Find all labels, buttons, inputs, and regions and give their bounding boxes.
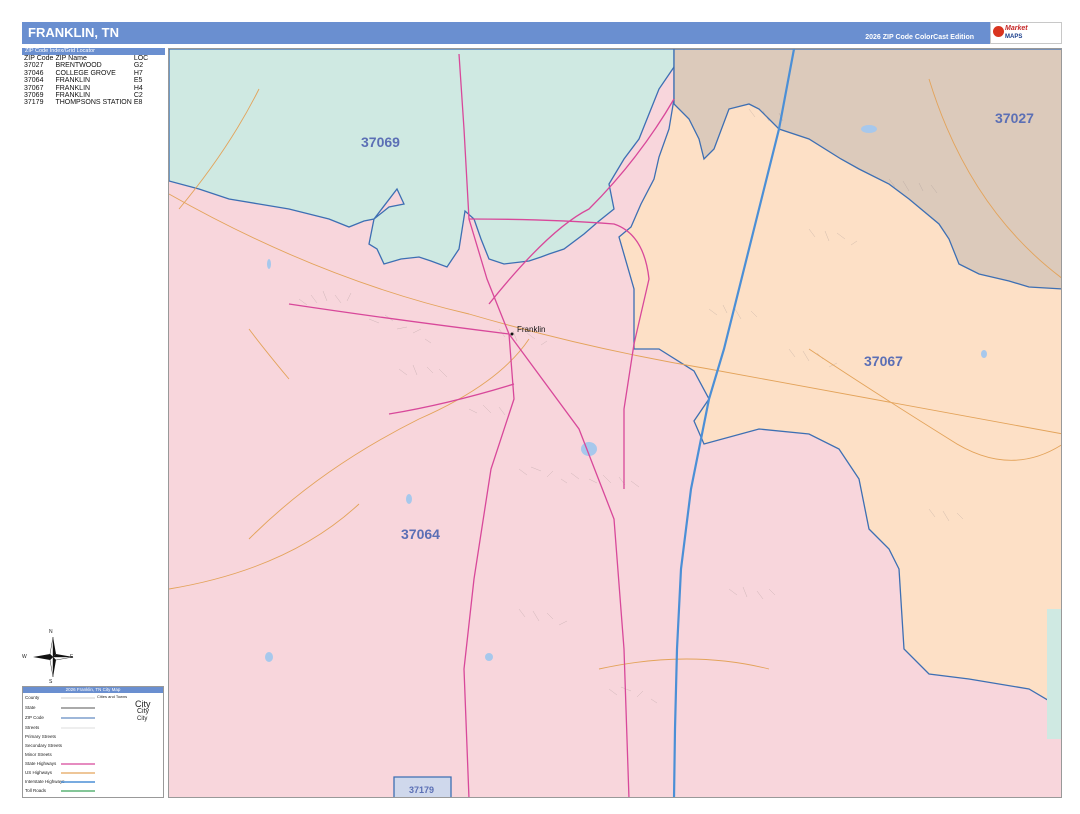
col-name: ZIP Name xyxy=(55,55,87,62)
legend-item: Interstate Highways xyxy=(25,779,65,784)
zip-locator-panel: ZIP Code Index/Grid Locator ZIP Code ZIP… xyxy=(22,48,165,108)
name-cell: COLLEGE GROVE xyxy=(55,69,116,77)
table-row: 37067 FRANKLIN H4 xyxy=(24,85,150,92)
legend-item: Minor Streets xyxy=(25,752,52,757)
map-canvas[interactable]: 37069 37027 37067 37064 37179 Franklin xyxy=(168,48,1062,798)
logo-brand: Market xyxy=(1005,25,1028,32)
legend-title: 2026 Franklin, TN City Map xyxy=(23,687,163,693)
zip-cell: 37027 xyxy=(24,62,44,70)
map-svg: 37069 37027 37067 37064 37179 Franklin xyxy=(169,49,1061,797)
name-cell: THOMPSONS STATION xyxy=(55,99,132,107)
legend-cities-title: Cities and Towns xyxy=(97,694,128,699)
loc-cell: C2 xyxy=(133,92,143,100)
zip-label-37179: 37179 xyxy=(409,785,434,795)
edition-label: 2026 ZIP Code ColorCast Edition xyxy=(865,34,974,41)
name-cell: FRANKLIN xyxy=(55,92,91,100)
locator-table: ZIP Code ZIP Name LOC 37027 BRENTWOOD G2 3… xyxy=(24,55,150,107)
name-cell: BRENTWOOD xyxy=(55,62,102,70)
compass-s: S xyxy=(49,679,53,685)
zip-cell: 37179 xyxy=(24,99,44,107)
zip-cell: 37046 xyxy=(24,69,44,77)
table-row: 37064 FRANKLIN E5 xyxy=(24,77,150,84)
map-title: FRANKLIN, TN xyxy=(28,25,119,40)
zip-label-37064: 37064 xyxy=(401,526,440,542)
zip-label-37067: 37067 xyxy=(864,353,903,369)
map-legend: 2026 Franklin, TN City Map County State … xyxy=(22,686,164,798)
legend-city-small: City xyxy=(137,716,148,722)
logo-sub: MAPS xyxy=(1005,34,1023,40)
legend-item: State xyxy=(25,705,36,710)
legend-item: Toll Roads xyxy=(25,788,47,793)
table-row: 37069 FRANKLIN C2 xyxy=(24,92,150,99)
loc-cell: H4 xyxy=(133,84,143,92)
loc-cell: E8 xyxy=(133,99,143,107)
city-marker xyxy=(510,332,514,336)
loc-cell: G2 xyxy=(133,62,144,70)
compass-rose: N S W E xyxy=(22,629,78,685)
legend-item: State Highways xyxy=(25,761,57,766)
zip-area-edge xyxy=(1047,609,1061,739)
zip-cell: 37067 xyxy=(24,84,44,92)
legend-item: US Highways xyxy=(25,770,53,775)
legend-item: Streets xyxy=(25,725,40,730)
compass-n: N xyxy=(49,629,53,635)
zip-cell: 37064 xyxy=(24,77,44,85)
zip-cell: 37069 xyxy=(24,92,44,100)
legend-swatches xyxy=(61,697,95,792)
compass-e: E xyxy=(70,654,74,660)
loc-cell: H7 xyxy=(133,69,143,77)
loc-cell: E5 xyxy=(133,77,143,85)
table-row: 37046 COLLEGE GROVE H7 xyxy=(24,70,150,77)
zip-label-37027: 37027 xyxy=(995,110,1034,126)
title-bar: FRANKLIN, TN 2026 ZIP Code ColorCast Edi… xyxy=(22,22,1062,44)
locator-title: ZIP Code Index/Grid Locator xyxy=(22,48,165,55)
name-cell: FRANKLIN xyxy=(55,77,91,85)
logo-icon xyxy=(993,26,1004,37)
legend-item: ZIP Code xyxy=(25,715,44,720)
compass-w: W xyxy=(22,654,27,660)
market-maps-logo: Market MAPS xyxy=(990,22,1062,44)
legend-item: Secondary Streets xyxy=(25,743,63,748)
legend-item: Primary Streets xyxy=(25,734,57,739)
table-row: 37179 THOMPSONS STATION E8 xyxy=(24,99,150,106)
table-row: 37027 BRENTWOOD G2 xyxy=(24,62,150,69)
col-loc: LOC xyxy=(133,55,149,62)
col-zip: ZIP Code xyxy=(24,55,54,62)
zip-label-37069: 37069 xyxy=(361,134,400,150)
city-label-franklin[interactable]: Franklin xyxy=(517,325,545,334)
legend-item: County xyxy=(25,695,40,700)
name-cell: FRANKLIN xyxy=(55,84,91,92)
legend-city-medium: City xyxy=(137,708,150,715)
locator-header-row: ZIP Code ZIP Name LOC xyxy=(24,55,150,62)
